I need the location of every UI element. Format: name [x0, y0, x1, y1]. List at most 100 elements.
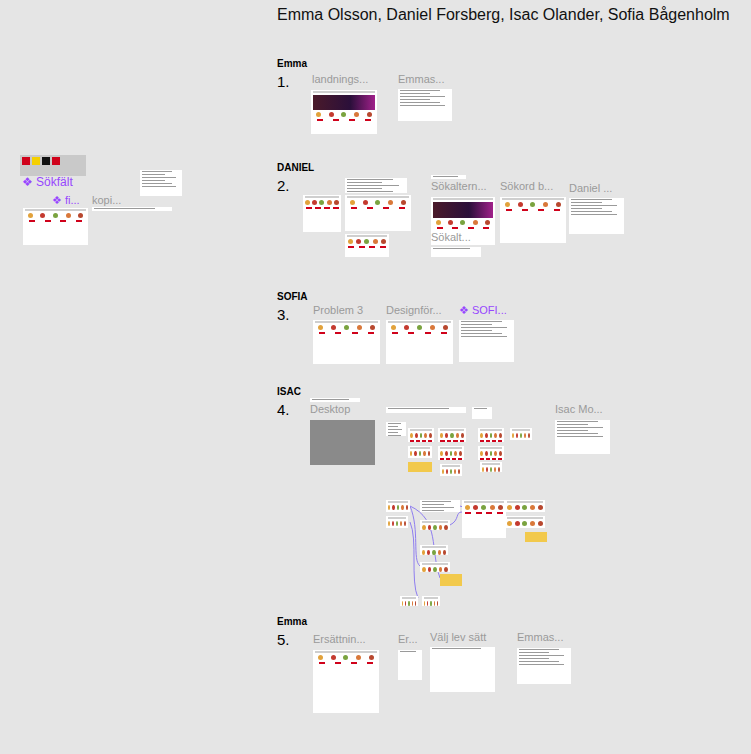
frame-label[interactable]: Desktop	[310, 403, 350, 416]
frame-label[interactable]: Välj lev sätt	[430, 631, 486, 644]
thumb-products	[433, 220, 493, 225]
thumb-buttons	[315, 662, 377, 664]
thumb-products	[315, 655, 377, 660]
thumb-products	[25, 213, 86, 218]
frame-thumbnail[interactable]	[478, 428, 504, 442]
thumb-products	[442, 469, 460, 474]
frame-thumbnail[interactable]	[500, 197, 566, 243]
frame-thumbnail[interactable]	[422, 596, 440, 606]
thumb-buttons	[502, 209, 564, 211]
section-name: DANIEL	[277, 162, 314, 173]
frame-thumbnail[interactable]	[310, 398, 360, 402]
section-name: SOFIA	[277, 291, 308, 302]
section-number: 4.	[277, 401, 290, 418]
frame-thumbnail[interactable]	[505, 516, 545, 528]
frame-thumbnail[interactable]	[345, 195, 411, 231]
frame-thumbnail[interactable]	[472, 407, 492, 419]
frame-thumbnail[interactable]	[311, 90, 377, 134]
frame-thumbnail[interactable]	[408, 428, 434, 442]
thumb-products	[388, 325, 451, 330]
frame-thumbnail[interactable]	[462, 500, 506, 538]
thumb-products	[424, 601, 438, 606]
thumb-nav	[440, 447, 462, 449]
frame-label[interactable]: Sökalt...	[431, 231, 471, 244]
frame-label[interactable]: Daniel ...	[569, 182, 612, 195]
frame-thumbnail[interactable]	[510, 428, 532, 440]
frame-thumbnail[interactable]	[386, 320, 453, 364]
thumb-nav	[482, 463, 500, 465]
thumb-products	[347, 200, 409, 205]
thumb-nav	[402, 597, 416, 599]
frame-thumbnail[interactable]	[20, 155, 86, 176]
thumb-nav	[305, 196, 339, 198]
frame-thumbnail[interactable]	[438, 428, 466, 442]
frame-thumbnail[interactable]	[420, 520, 450, 530]
thumb-products	[480, 433, 502, 438]
frame-thumbnail[interactable]	[408, 462, 432, 472]
frame-label[interactable]: ❖ fi...	[52, 194, 80, 207]
frame-thumbnail[interactable]	[480, 462, 502, 472]
section-name: Emma	[277, 616, 307, 627]
frame-thumbnail[interactable]	[386, 516, 408, 528]
frame-label[interactable]: Isac Mo...	[555, 403, 603, 416]
frame-thumbnail[interactable]	[313, 650, 379, 713]
section-name: ISAC	[277, 386, 301, 397]
frame-label[interactable]: ❖ Sökfält	[22, 176, 73, 189]
frame-thumbnail[interactable]	[398, 89, 452, 121]
thumb-nav	[480, 429, 502, 431]
frame-label[interactable]: Ersättnin...	[313, 633, 366, 646]
frame-thumbnail[interactable]	[569, 198, 624, 234]
thumb-nav	[315, 651, 377, 653]
frame-thumbnail[interactable]	[386, 422, 406, 436]
frame-thumbnail[interactable]	[398, 650, 422, 680]
frame-thumbnail[interactable]	[303, 195, 341, 232]
frame-thumbnail[interactable]	[440, 574, 462, 586]
frame-thumbnail[interactable]	[420, 500, 460, 512]
frame-thumbnail[interactable]	[525, 532, 547, 542]
frame-thumbnail[interactable]	[430, 647, 495, 692]
frame-thumbnail[interactable]	[438, 446, 464, 460]
frame-thumbnail[interactable]	[440, 464, 462, 476]
frame-label[interactable]: Sökaltern...	[431, 180, 487, 193]
thumb-buttons	[440, 458, 462, 460]
frame-thumbnail[interactable]	[517, 648, 571, 684]
frame-thumbnail[interactable]	[140, 170, 182, 196]
frame-thumbnail[interactable]	[408, 446, 432, 458]
frame-thumbnail[interactable]	[431, 175, 466, 179]
frame-label[interactable]: ❖ SOFI...	[459, 304, 507, 317]
frame-thumbnail[interactable]	[386, 407, 466, 413]
frame-thumbnail[interactable]	[478, 446, 504, 460]
thumb-products	[305, 200, 339, 205]
frame-thumbnail[interactable]	[420, 562, 450, 572]
frame-thumbnail[interactable]	[92, 207, 172, 211]
frame-label[interactable]: Er...	[398, 633, 418, 646]
frame-thumbnail[interactable]	[555, 420, 610, 454]
frame-label[interactable]: landnings...	[312, 73, 368, 86]
frame-thumbnail[interactable]	[345, 234, 389, 257]
frame-thumbnail[interactable]	[420, 545, 448, 555]
thumb-nav	[347, 196, 409, 198]
frame-label[interactable]: kopi...	[92, 194, 121, 207]
frame-label[interactable]: Problem 3	[313, 304, 363, 317]
frame-thumbnail[interactable]	[386, 500, 410, 512]
thumb-products	[440, 433, 464, 438]
thumb-buttons	[464, 512, 504, 514]
thumb-products	[512, 433, 530, 438]
frame-thumbnail[interactable]	[459, 320, 514, 362]
thumb-nav	[502, 198, 564, 200]
frame-thumbnail[interactable]	[505, 500, 545, 512]
frame-label[interactable]: Sökord b...	[500, 180, 553, 193]
frame-thumbnail[interactable]	[310, 420, 375, 465]
thumb-products	[440, 451, 462, 456]
thumb-nav	[410, 447, 430, 449]
frame-label[interactable]: Emmas...	[517, 631, 563, 644]
thumb-buttons	[347, 246, 387, 248]
frame-label[interactable]: Emmas...	[398, 73, 444, 86]
frame-thumbnail[interactable]	[431, 247, 481, 257]
frame-thumbnail[interactable]	[313, 320, 380, 364]
thumb-buttons	[347, 207, 409, 209]
frame-thumbnail[interactable]	[345, 178, 407, 193]
frame-thumbnail[interactable]	[400, 596, 418, 606]
frame-thumbnail[interactable]	[23, 208, 88, 245]
frame-label[interactable]: Designför...	[386, 304, 442, 317]
